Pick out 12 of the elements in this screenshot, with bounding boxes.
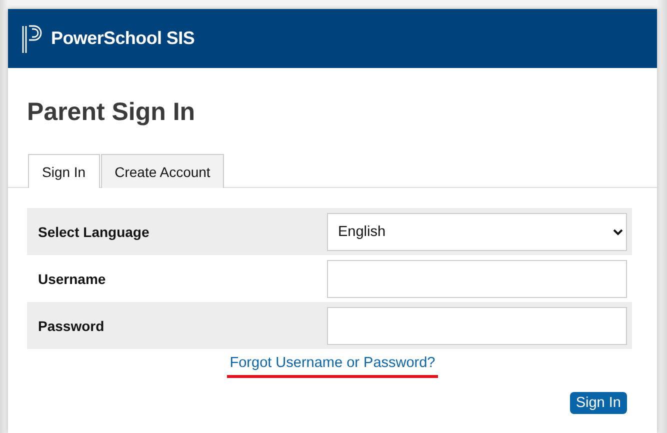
input-field[interactable]	[327, 306, 627, 344]
field-label: Password	[38, 318, 106, 334]
forgot-link[interactable]: Forgot Username or Password?	[226, 355, 438, 378]
language-select[interactable]: English	[327, 212, 627, 250]
tab[interactable]: Sign In	[28, 154, 100, 188]
field-label: Username	[38, 270, 107, 286]
sign-in-button[interactable]: Sign In	[570, 392, 627, 414]
brand-name: PowerSchool SIS	[51, 28, 195, 49]
page-title: Parent Sign In	[27, 98, 196, 127]
field-label: Select Language	[38, 224, 150, 240]
input-field[interactable]	[327, 260, 627, 298]
tab[interactable]: Create Account	[100, 154, 224, 188]
